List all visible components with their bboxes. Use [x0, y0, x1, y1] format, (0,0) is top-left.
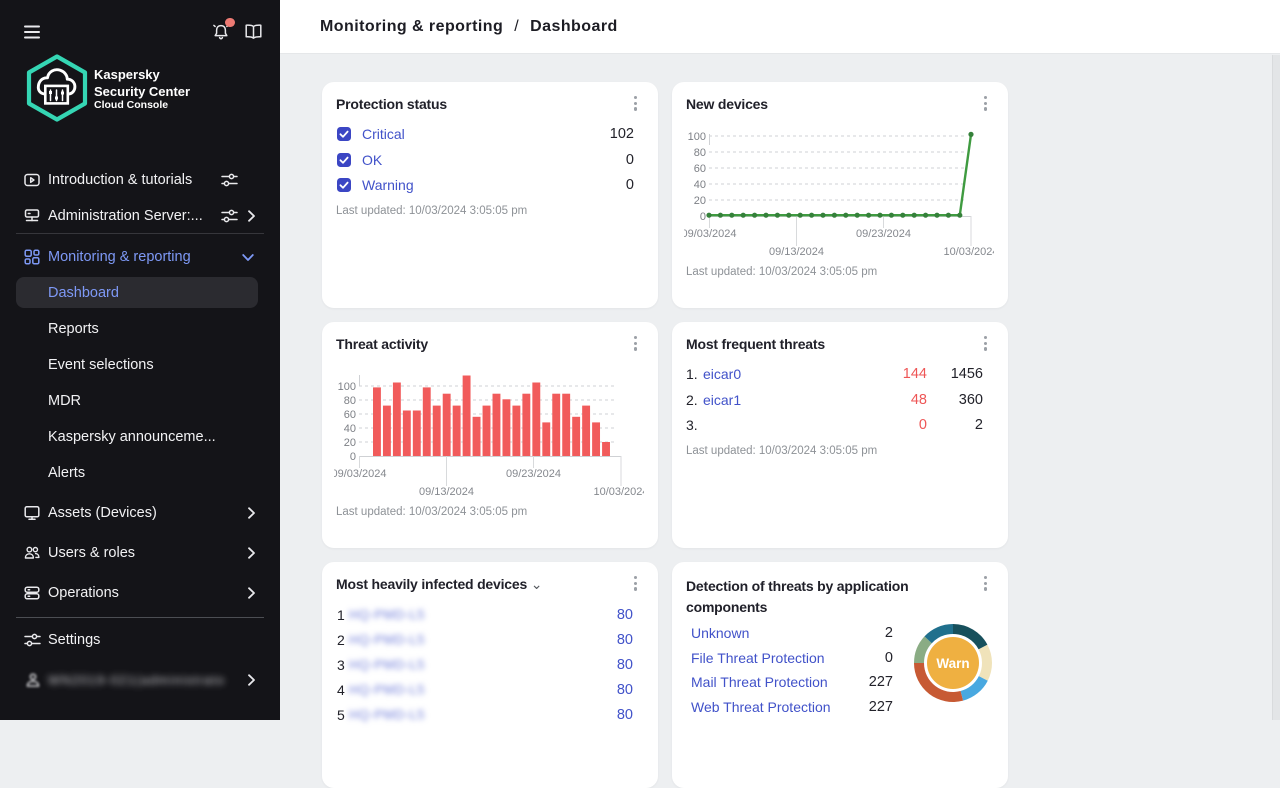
svg-text:40: 40: [344, 423, 356, 435]
svg-text:09/03/2024: 09/03/2024: [684, 228, 737, 240]
svg-text:09/03/2024: 09/03/2024: [334, 468, 387, 480]
svg-text:09/13/2024: 09/13/2024: [419, 486, 474, 498]
svg-text:20: 20: [694, 195, 706, 207]
svg-text:Warn: Warn: [936, 656, 969, 671]
svg-text:100: 100: [338, 381, 356, 393]
svg-text:40: 40: [694, 179, 706, 191]
svg-text:60: 60: [694, 163, 706, 175]
svg-text:0: 0: [350, 451, 356, 463]
svg-text:20: 20: [344, 437, 356, 449]
svg-text:100: 100: [688, 131, 706, 143]
svg-text:60: 60: [344, 409, 356, 421]
svg-text:10/03/2024: 10/03/2024: [943, 246, 994, 258]
svg-text:0: 0: [700, 211, 706, 223]
svg-text:80: 80: [344, 395, 356, 407]
svg-text:09/13/2024: 09/13/2024: [769, 246, 824, 258]
svg-text:80: 80: [694, 147, 706, 159]
svg-text:09/23/2024: 09/23/2024: [856, 228, 911, 240]
svg-text:09/23/2024: 09/23/2024: [506, 468, 561, 480]
svg-text:10/03/2024: 10/03/2024: [593, 486, 644, 498]
